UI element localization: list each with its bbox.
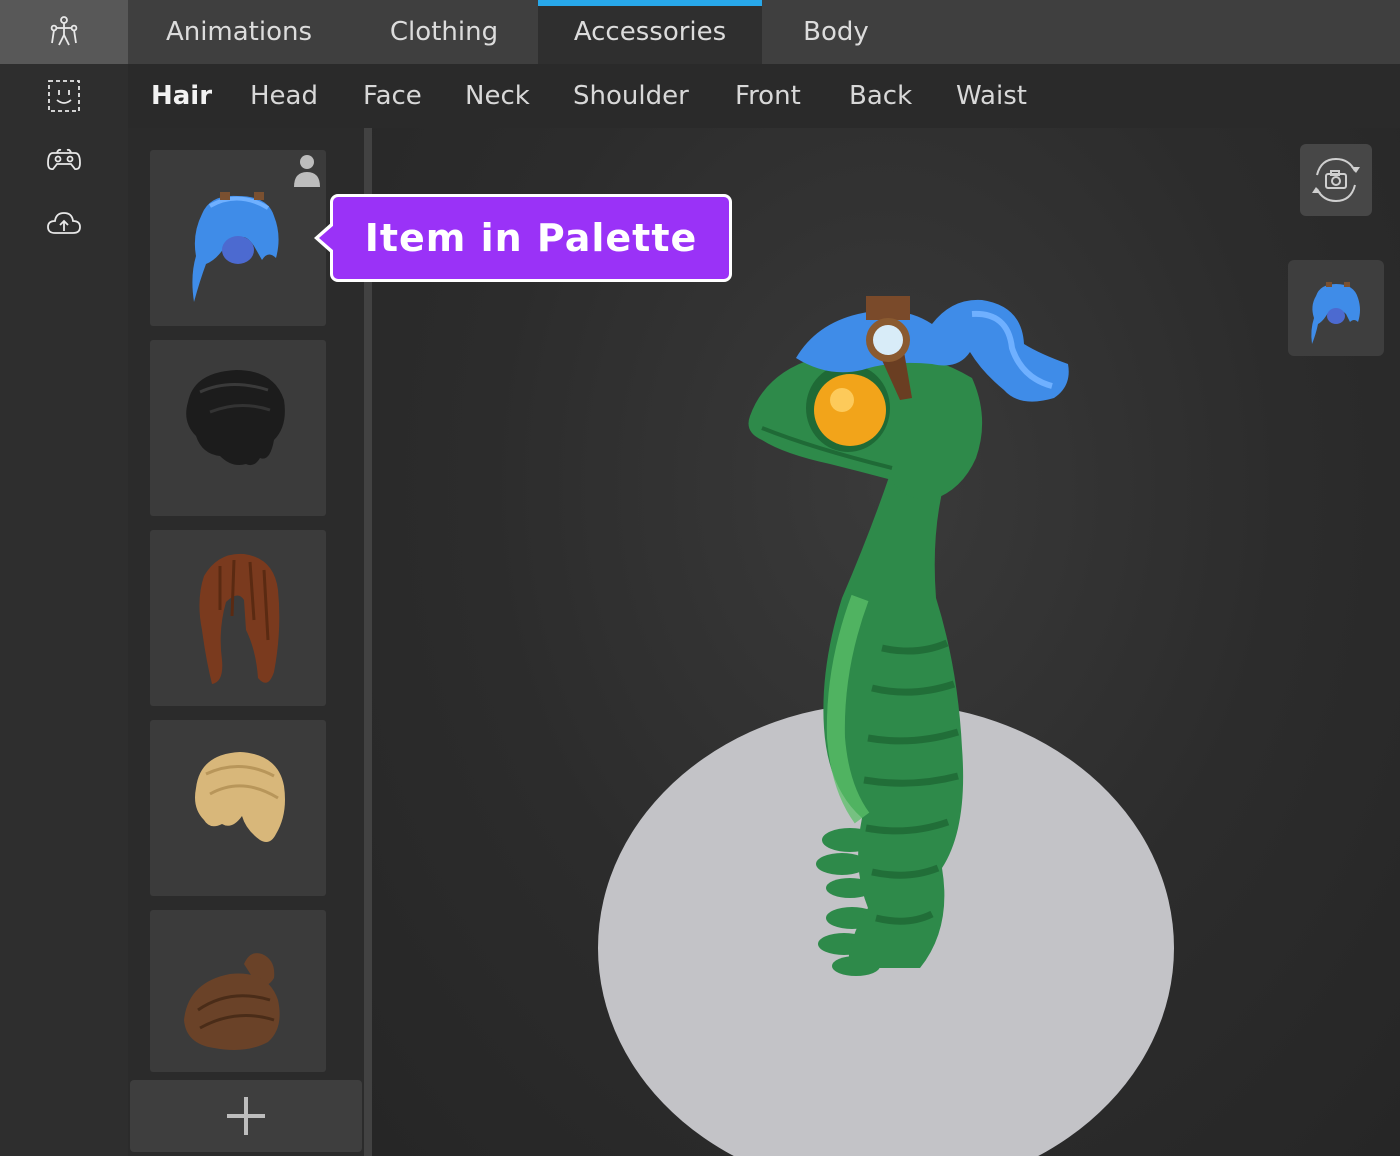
gamepad-button[interactable] [0,128,128,192]
plus-icon [227,1097,265,1135]
palette-scrollbar[interactable] [364,128,372,1156]
palette-item-blonde-hair[interactable] [150,720,326,896]
palette-item-blue-hair[interactable] [150,150,326,326]
cloud-upload-icon [47,212,81,234]
subtab-neck[interactable]: Neck [465,64,530,128]
face-icon [48,80,80,112]
tab-animations[interactable]: Animations [128,0,350,64]
add-item-button[interactable] [130,1080,362,1152]
avatar-viewport[interactable] [372,128,1400,1156]
rig-builder-button[interactable] [0,0,128,64]
subtab-waist[interactable]: Waist [956,64,1027,128]
rotate-camera-icon [1312,157,1360,203]
left-rail [0,0,128,1156]
item-in-palette-callout: Item in Palette [330,194,732,282]
callout-text: Item in Palette [364,216,698,260]
face-button[interactable] [0,64,128,128]
category-tabs: Animations Clothing Accessories Body [128,0,1400,64]
subtab-front[interactable]: Front [735,64,801,128]
tab-clothing[interactable]: Clothing [350,0,538,64]
palette-item-brown-long-hair[interactable] [150,530,326,706]
accessory-subtabs: Hair Head Face Neck Shoulder Front Back … [128,64,1400,128]
blonde-hair-thumbnail [195,752,285,842]
subtab-head[interactable]: Head [250,64,318,128]
equipped-person-icon [294,155,320,187]
palette-item-black-hair[interactable] [150,340,326,516]
subtab-shoulder[interactable]: Shoulder [573,64,689,128]
brown-long-hair-thumbnail [199,553,280,684]
palette-item-brown-bun-hair[interactable] [150,910,326,1072]
publish-button[interactable] [0,192,128,256]
tab-accessories[interactable]: Accessories [538,0,762,64]
equipped-blue-hair-thumbnail [1311,282,1360,344]
tab-body[interactable]: Body [762,0,910,64]
subtab-hair[interactable]: Hair [151,64,212,128]
camera-rotate-button[interactable] [1300,144,1372,216]
callout-pointer-fill [319,225,334,251]
avatar-scene [598,296,1174,1156]
subtab-back[interactable]: Back [849,64,912,128]
brown-bun-hair-thumbnail [184,953,280,1050]
equipped-accessory-slot[interactable] [1288,260,1384,356]
gamepad-icon [47,148,81,171]
subtab-face[interactable]: Face [363,64,422,128]
black-hair-thumbnail [186,370,285,466]
rig-icon [50,16,78,46]
